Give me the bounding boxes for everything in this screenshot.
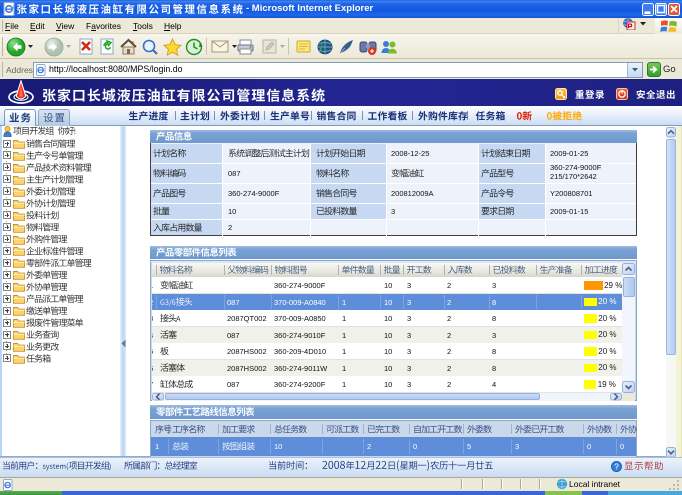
svg-text:?: ? [614, 462, 619, 471]
